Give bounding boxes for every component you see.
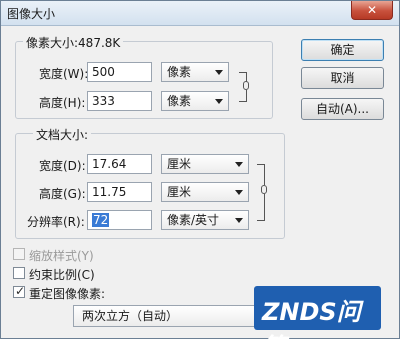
resolution-label: 分辨率(R): [27, 215, 85, 229]
title-bar: 图像大小 ✕ [1, 1, 399, 26]
pixel-width-unit-select[interactable]: 像素 [161, 62, 229, 82]
doc-height-label: 高度(G): [39, 187, 86, 201]
pixel-height-unit-select[interactable]: 像素 [161, 91, 229, 111]
document-size-legend: 文档大小: [33, 126, 92, 143]
chevron-down-icon [235, 218, 243, 223]
pixel-width-label: 宽度(W): [39, 67, 89, 81]
close-button[interactable]: ✕ [351, 1, 393, 20]
dialog-title: 图像大小 [7, 7, 56, 21]
scale-styles-label: 缩放样式(Y) [29, 249, 94, 263]
resolution-unit-select[interactable]: 像素/英寸 [161, 210, 249, 230]
doc-link-bracket-bottom [257, 194, 265, 221]
close-icon: ✕ [366, 3, 378, 17]
auto-button[interactable]: 自动(A)... [301, 98, 384, 120]
resolution-input[interactable]: 72 [87, 210, 152, 230]
doc-link-bracket-top [257, 164, 265, 185]
chevron-down-icon [235, 190, 243, 195]
scale-styles-checkbox[interactable] [13, 248, 25, 260]
doc-width-input[interactable]: 17.64 [87, 154, 152, 174]
link-icon [243, 81, 249, 90]
doc-width-unit-select[interactable]: 厘米 [161, 154, 249, 174]
constrain-proportions-checkbox[interactable] [13, 267, 25, 279]
ok-button[interactable]: 确定 [301, 39, 384, 61]
pixel-dimensions-legend: 像素大小:487.8K [23, 34, 124, 51]
pixel-height-input[interactable]: 333 [87, 91, 152, 111]
cancel-button[interactable]: 取消 [301, 67, 384, 89]
image-size-dialog: 图像大小 ✕ 像素大小:487.8K 宽度(W): 500 像素 高度(H): … [0, 0, 400, 361]
doc-width-label: 宽度(D): [39, 159, 86, 173]
doc-height-input[interactable]: 11.75 [87, 182, 152, 202]
resample-image-checkbox[interactable]: ✓ [13, 284, 26, 298]
resample-image-label: 重定图像像素: [29, 287, 106, 301]
watermark-text: ZNDS问答 [262, 298, 361, 361]
constrain-proportions-label: 约束比例(C) [29, 268, 95, 282]
doc-height-unit-select[interactable]: 厘米 [161, 182, 249, 202]
pixel-width-input[interactable]: 500 [87, 62, 152, 82]
chevron-down-icon [215, 70, 223, 75]
pixel-link-bracket-bottom [239, 90, 247, 102]
chevron-down-icon [215, 99, 223, 104]
chevron-down-icon [235, 162, 243, 167]
pixel-height-label: 高度(H): [39, 96, 86, 110]
resample-method-select[interactable]: 两次立方（自动） [73, 305, 259, 327]
checkmark-icon: ✓ [15, 284, 26, 298]
link-icon [261, 185, 267, 194]
watermark-logo: ZNDS问答 [254, 286, 381, 361]
